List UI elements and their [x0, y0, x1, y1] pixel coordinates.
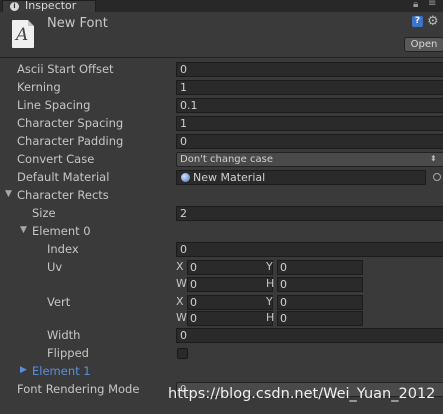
tab-bar: i Inspector 🔒︎ ≡: [0, 0, 443, 12]
row-element-1[interactable]: ▶ Element 1: [0, 363, 443, 381]
info-icon: i: [10, 2, 19, 11]
default-material-value: New Material: [193, 171, 266, 184]
row-element-0[interactable]: ▼ Element 0: [0, 223, 443, 241]
row-line-spacing: Line Spacing 0.1: [0, 97, 443, 115]
row-uv-xy: Uv X 0 Y 0: [0, 259, 443, 277]
convert-case-dropdown[interactable]: Don't change case: [176, 152, 443, 167]
vert-label: Vert: [47, 295, 71, 309]
character-padding-field[interactable]: 0: [176, 134, 443, 149]
help-icon[interactable]: ?: [412, 16, 423, 27]
ascii-start-offset-label: Ascii Start Offset: [17, 62, 114, 76]
convert-case-label: Convert Case: [17, 152, 95, 166]
uv-label: Uv: [47, 260, 63, 274]
dropdown-arrow-icon: ⬍: [430, 154, 437, 163]
line-spacing-label: Line Spacing: [17, 98, 91, 112]
vert-w-field[interactable]: 0: [187, 311, 273, 326]
uv-w-label: W: [176, 277, 187, 290]
vert-x-label: X: [176, 295, 184, 308]
kerning-label: Kerning: [17, 80, 61, 94]
character-spacing-label: Character Spacing: [17, 116, 124, 130]
size-label: Size: [32, 206, 56, 220]
uv-w-field[interactable]: 0: [187, 277, 273, 292]
vert-y-field[interactable]: 0: [277, 295, 363, 310]
vert-x-field[interactable]: 0: [187, 295, 273, 310]
fold-open-icon[interactable]: ▼: [20, 225, 27, 235]
size-field[interactable]: 2: [176, 206, 443, 221]
fold-open-icon[interactable]: ▼: [5, 189, 12, 199]
flipped-label: Flipped: [47, 346, 89, 360]
font-asset-icon: A: [12, 20, 34, 48]
element-1-label: Element 1: [32, 364, 91, 378]
row-flipped: Flipped: [0, 345, 443, 363]
asset-title: New Font: [47, 16, 108, 31]
width-field[interactable]: 0: [176, 328, 443, 343]
row-ascii-start-offset: Ascii Start Offset 0: [0, 61, 443, 79]
character-padding-label: Character Padding: [17, 134, 124, 148]
row-character-rects[interactable]: ▼ Character Rects: [0, 187, 443, 205]
character-spacing-field[interactable]: 1: [176, 116, 443, 131]
convert-case-value: Don't change case: [180, 154, 273, 165]
row-uv-wh: W 0 H 0: [0, 276, 443, 294]
default-material-label: Default Material: [17, 170, 110, 184]
row-vert-wh: W 0 H 0: [0, 310, 443, 328]
row-character-padding: Character Padding 0: [0, 133, 443, 151]
gear-icon[interactable]: ⚙: [427, 14, 439, 29]
vert-w-label: W: [176, 311, 187, 324]
kerning-field[interactable]: 1: [176, 80, 443, 95]
font-rendering-mode-label: Font Rendering Mode: [17, 382, 140, 396]
index-label: Index: [47, 242, 79, 256]
object-picker-icon[interactable]: [433, 173, 441, 181]
row-index: Index 0: [0, 241, 443, 259]
uv-x-label: X: [176, 260, 184, 273]
vert-h-label: H: [266, 311, 275, 324]
element-0-label: Element 0: [32, 224, 91, 238]
open-button[interactable]: Open: [404, 37, 443, 52]
line-spacing-field[interactable]: 0.1: [176, 98, 443, 113]
watermark-text: https://blog.csdn.net/Wei_Yuan_2012: [168, 386, 436, 402]
inspector-header: A New Font ? ⚙ Open: [0, 12, 443, 58]
fold-closed-icon[interactable]: ▶: [20, 365, 27, 375]
row-size: Size 2: [0, 205, 443, 223]
vert-y-label: Y: [266, 295, 273, 308]
row-character-spacing: Character Spacing 1: [0, 115, 443, 133]
row-width: Width 0: [0, 327, 443, 345]
row-default-material: Default Material New Material: [0, 169, 443, 187]
row-convert-case: Convert Case Don't change case ⬍: [0, 151, 443, 169]
tab-menu-icon[interactable]: ≡: [428, 0, 436, 9]
uv-y-label: Y: [266, 260, 273, 273]
uv-h-field[interactable]: 0: [277, 277, 363, 292]
ascii-start-offset-field[interactable]: 0: [176, 62, 443, 77]
uv-h-label: H: [266, 277, 275, 290]
flipped-checkbox[interactable]: [177, 348, 188, 359]
index-field[interactable]: 0: [176, 242, 443, 257]
tab-label: Inspector: [25, 0, 77, 12]
uv-y-field[interactable]: 0: [277, 260, 363, 275]
width-label: Width: [47, 328, 81, 342]
row-kerning: Kerning 1: [0, 79, 443, 97]
character-rects-label: Character Rects: [17, 188, 109, 202]
tab-inspector[interactable]: i Inspector: [2, 0, 96, 12]
vert-h-field[interactable]: 0: [277, 311, 363, 326]
default-material-field[interactable]: New Material: [176, 170, 426, 185]
lock-icon[interactable]: 🔒︎: [413, 0, 418, 10]
uv-x-field[interactable]: 0: [187, 260, 273, 275]
material-icon: [181, 173, 190, 182]
